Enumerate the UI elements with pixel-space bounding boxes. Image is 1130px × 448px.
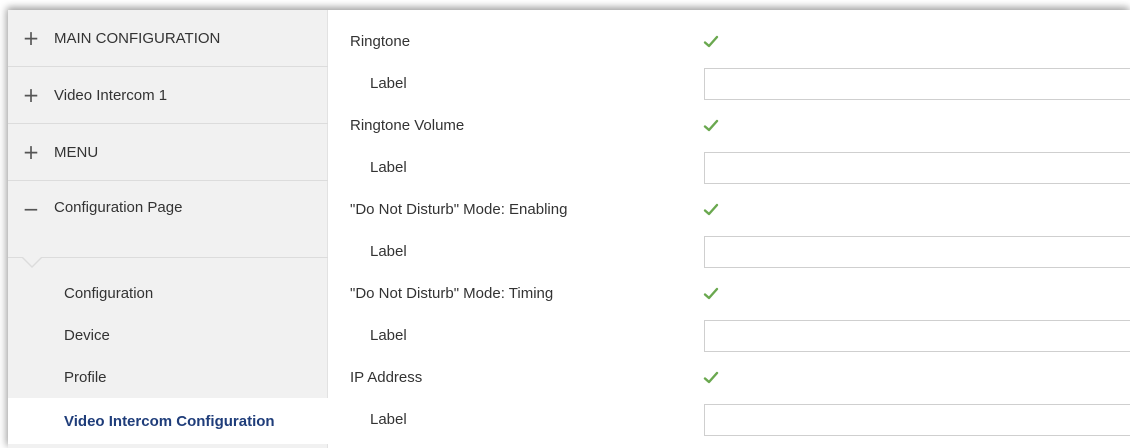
window: + MAIN CONFIGURATION + Video Intercom 1 … [8,10,1130,448]
form-row-ip-address-label: Label [338,400,1130,440]
ringtone-checkbox[interactable] [702,34,720,50]
form-row-dnd-enabling-label: Label [338,232,1130,272]
ip-address-checkbox[interactable] [702,370,720,386]
form-row-dnd-timing: "Do Not Disturb" Mode: Timing [338,274,1130,314]
settings-form: Ringtone Label Ringtone Volume Label "Do… [338,10,1130,448]
form-row-ringtone-volume: Ringtone Volume [338,106,1130,146]
field-label: Ringtone [350,33,411,50]
sidebar-item-label: Video Intercom 1 [54,86,168,104]
form-row-ringtone-label: Label [338,64,1130,104]
form-row-ringtone: Ringtone [338,22,1130,62]
sidebar-subitem-video-intercom-configuration[interactable]: Video Intercom Configuration [8,398,328,444]
form-row-ip-address: IP Address [338,358,1130,398]
checkmark-icon [703,119,719,132]
sidebar-item-label: MENU [54,143,99,161]
form-row-dnd-enabling: "Do Not Disturb" Mode: Enabling [338,190,1130,230]
field-label: Label [370,159,407,176]
field-label: Ringtone Volume [350,117,465,134]
dnd-enabling-checkbox[interactable] [702,202,720,218]
checkmark-icon [703,35,719,48]
sidebar-item-main-configuration[interactable]: + MAIN CONFIGURATION [8,10,328,67]
sidebar-item-label: Configuration Page [54,199,183,216]
dnd-enabling-label-input[interactable] [704,236,1130,268]
ringtone-volume-label-input[interactable] [704,152,1130,184]
checkmark-icon [703,203,719,216]
expanded-indicator [22,257,42,268]
sidebar-item-configuration-page[interactable]: − Configuration Page [8,181,328,258]
field-label: Label [370,411,407,428]
dnd-timing-checkbox[interactable] [702,286,720,302]
sidebar-subitem-profile[interactable]: Profile [8,356,328,398]
sidebar-subitem-device[interactable]: Device [8,314,328,356]
plus-icon: + [22,83,40,107]
field-label: "Do Not Disturb" Mode: Timing [350,285,554,302]
field-label: Label [370,243,407,260]
sidebar-item-menu[interactable]: + MENU [8,124,328,181]
form-row-dnd-timing-label: Label [338,316,1130,356]
sidebar-item-video-intercom-1[interactable]: + Video Intercom 1 [8,67,328,124]
checkmark-icon [703,287,719,300]
sidebar-subitem-configuration[interactable]: Configuration [8,272,328,314]
field-label: IP Address [350,369,423,386]
field-label: Label [370,327,407,344]
checkmark-icon [703,371,719,384]
plus-icon: + [22,140,40,164]
form-row-ringtone-volume-label: Label [338,148,1130,188]
sidebar: + MAIN CONFIGURATION + Video Intercom 1 … [8,10,328,448]
ringtone-label-input[interactable] [704,68,1130,100]
ringtone-volume-checkbox[interactable] [702,118,720,134]
minus-icon: − [22,197,40,221]
sidebar-item-label: MAIN CONFIGURATION [54,29,221,47]
field-label: "Do Not Disturb" Mode: Enabling [350,201,568,218]
ip-address-label-input[interactable] [704,404,1130,436]
dnd-timing-label-input[interactable] [704,320,1130,352]
plus-icon: + [22,26,40,50]
field-label: Label [370,75,407,92]
